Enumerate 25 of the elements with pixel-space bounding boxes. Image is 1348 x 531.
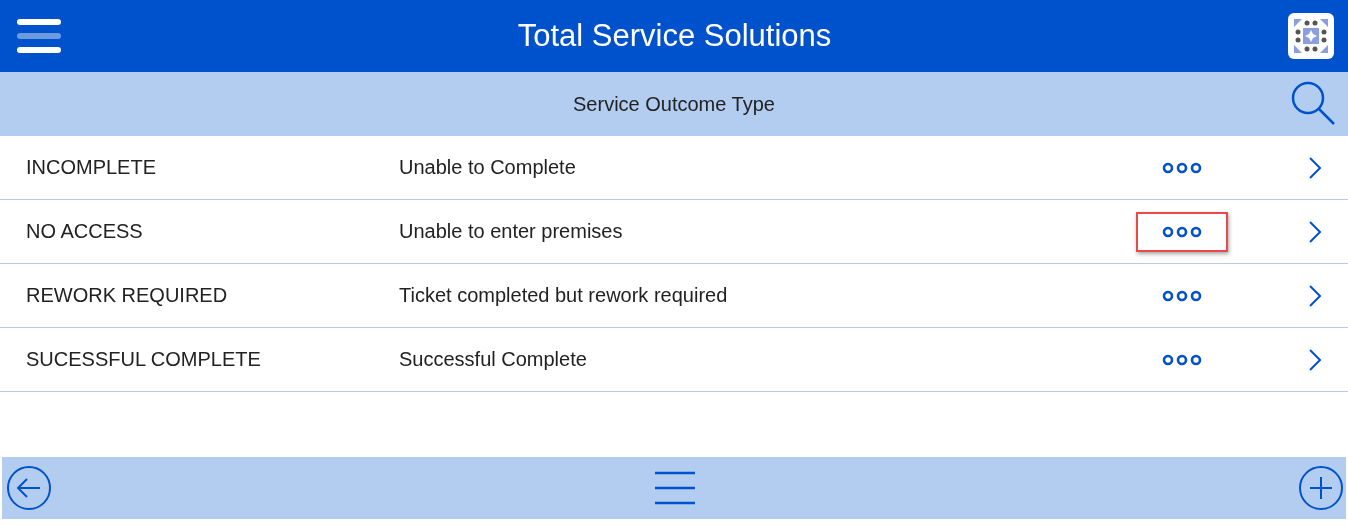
more-button[interactable]: [1136, 211, 1228, 252]
app-title: Total Service Solutions: [517, 18, 832, 54]
add-icon[interactable]: [1298, 465, 1344, 511]
outcome-code: REWORK REQUIRED: [25, 284, 229, 307]
dots-icon: [1162, 353, 1202, 366]
dots-icon: [1162, 225, 1202, 238]
logo-icon[interactable]: [1288, 13, 1334, 59]
dots-icon: [1162, 161, 1202, 174]
chevron-right-icon[interactable]: [1308, 219, 1322, 244]
outcome-code: NO ACCESS: [25, 220, 144, 243]
outcome-code: INCOMPLETE: [25, 156, 158, 179]
page-title: Service Outcome Type: [573, 92, 775, 116]
outcome-description: Successful Complete: [399, 348, 588, 371]
chevron-right-icon[interactable]: [1308, 347, 1322, 372]
chevron-right-icon[interactable]: [1308, 283, 1322, 308]
outcome-description: Unable to enter premises: [399, 220, 624, 243]
outcome-code: SUCESSFUL COMPLETE: [25, 348, 262, 371]
outcome-description: Unable to Complete: [399, 156, 577, 179]
menu-icon[interactable]: [655, 471, 695, 505]
dots-icon: [1162, 289, 1202, 302]
search-icon[interactable]: [1290, 80, 1336, 126]
chevron-right-icon[interactable]: [1308, 155, 1322, 180]
back-icon[interactable]: [6, 465, 52, 511]
menu-icon[interactable]: [17, 18, 61, 54]
outcome-description: Ticket completed but rework required: [399, 284, 729, 307]
